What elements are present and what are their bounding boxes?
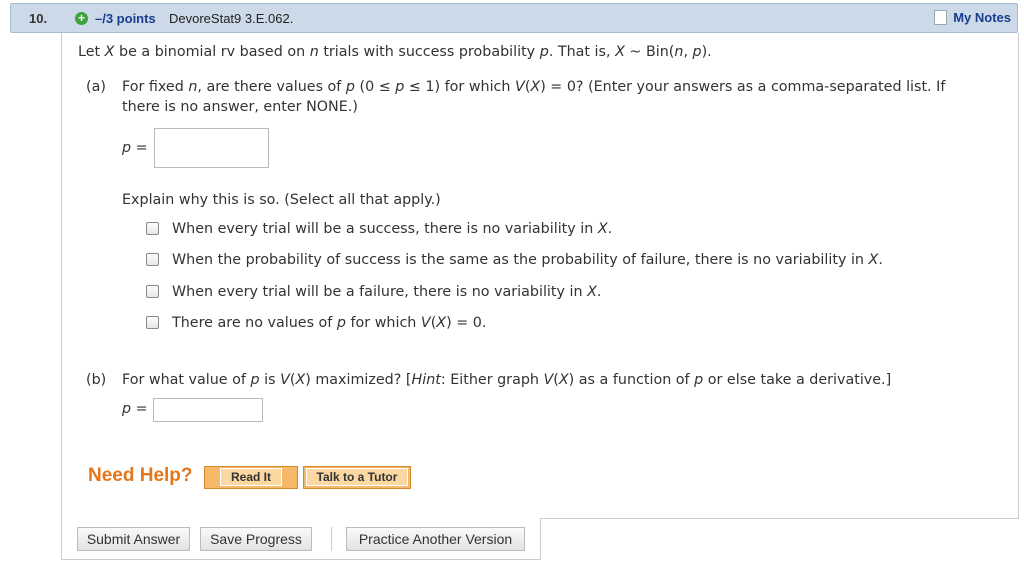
save-progress-button[interactable]: Save Progress — [200, 527, 312, 551]
note-icon — [934, 10, 948, 25]
part-b-input-label: p = — [122, 401, 148, 417]
option-2-checkbox[interactable] — [146, 253, 159, 266]
points-label: –/3 points — [95, 11, 156, 26]
talk-to-tutor-button[interactable]: Talk to a Tutor — [303, 466, 411, 489]
my-notes-button[interactable]: My Notes — [931, 8, 1015, 28]
part-a-question-line2: there is no answer, enter NONE.) — [122, 99, 358, 115]
option-4-label[interactable]: There are no values of p for which V(X) … — [172, 315, 486, 331]
question-header: 10. + –/3 points DevoreStat9 3.E.062. My… — [10, 3, 1018, 33]
option-1-checkbox[interactable] — [146, 222, 159, 235]
talk-to-tutor-label: Talk to a Tutor — [305, 468, 409, 486]
question-number: 10. — [29, 11, 48, 26]
question-intro: Let X be a binomial rv based on n trials… — [78, 44, 712, 60]
option-2-label[interactable]: When the probability of success is the s… — [172, 252, 883, 268]
button-divider — [331, 527, 332, 551]
option-3-label[interactable]: When every trial will be a failure, ther… — [172, 284, 601, 300]
my-notes-label: My Notes — [953, 10, 1011, 25]
need-help-heading: Need Help? — [88, 465, 193, 486]
part-a-label: (a) — [86, 79, 106, 95]
question-reference: DevoreStat9 3.E.062. — [169, 11, 294, 26]
submit-answer-button[interactable]: Submit Answer — [77, 527, 190, 551]
part-a-input-label: p = — [122, 140, 148, 156]
expand-plus-icon[interactable]: + — [75, 12, 88, 25]
part-a-p-input[interactable] — [154, 128, 269, 168]
part-b-label: (b) — [86, 372, 107, 388]
read-it-button[interactable]: Read It — [204, 466, 298, 489]
part-b-question: For what value of p is V(X) maximized? [… — [122, 372, 892, 388]
option-1-label[interactable]: When every trial will be a success, ther… — [172, 221, 612, 237]
option-4-checkbox[interactable] — [146, 316, 159, 329]
practice-another-version-button[interactable]: Practice Another Version — [346, 527, 525, 551]
part-a-question-line1: For fixed n, are there values of p (0 ≤ … — [122, 79, 946, 95]
part-b-p-input[interactable] — [153, 398, 263, 422]
option-3-checkbox[interactable] — [146, 285, 159, 298]
explain-instruction: Explain why this is so. (Select all that… — [122, 192, 441, 208]
read-it-label: Read It — [219, 468, 282, 486]
